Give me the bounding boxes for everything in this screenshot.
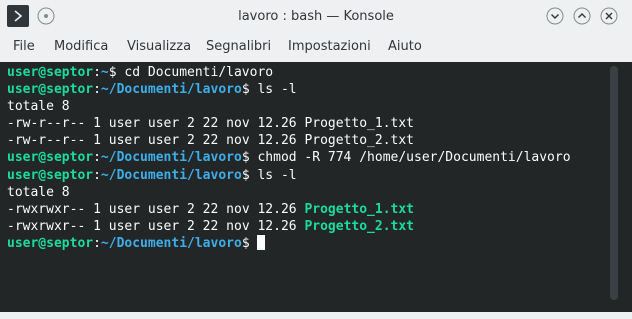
- terminal-line: totale 8: [7, 184, 571, 201]
- prompt-path: ~/Documenti/lavoro: [100, 150, 242, 166]
- prompt-separator: :: [93, 82, 101, 98]
- prompt-path: ~/Documenti/lavoro: [100, 167, 242, 183]
- terminal-line: -rw-r--r-- 1 user user 2 22 nov 12.26 Pr…: [7, 115, 571, 132]
- prompt-symbol: $: [241, 150, 258, 166]
- menu-impostazioni[interactable]: Impostazioni: [288, 33, 371, 61]
- close-icon: [600, 7, 618, 25]
- terminal-output: user@septor:~$ cd Documenti/lavoro user@s…: [7, 64, 571, 252]
- file-metadata: 1 user user 2 22 nov 12.26: [85, 133, 305, 149]
- window-bottom-edge: [0, 312, 632, 319]
- prompt-user: user@septor: [7, 82, 94, 98]
- command-text: chmod -R 774 /home/user/Documenti/lavoro: [257, 150, 571, 166]
- prompt-separator: :: [93, 167, 101, 183]
- menu-file[interactable]: File: [13, 33, 35, 61]
- prompt-separator: :: [93, 235, 101, 251]
- chevron-down-icon: [546, 7, 564, 25]
- terminal-line: totale 8: [7, 98, 571, 115]
- prompt-separator: :: [93, 150, 101, 166]
- output-text: totale 8: [7, 99, 70, 115]
- prompt-symbol: $: [108, 65, 125, 80]
- pin-icon[interactable]: [37, 7, 55, 25]
- prompt-user: user@septor: [7, 167, 94, 183]
- command-text: ls -l: [257, 167, 297, 183]
- prompt-path: ~/Documenti/lavoro: [100, 235, 242, 251]
- file-metadata: 1 user user 2 22 nov 12.26: [85, 116, 305, 132]
- file-metadata: 1 user user 2 22 nov 12.26: [85, 218, 305, 234]
- prompt-path: ~/Documenti/lavoro: [100, 82, 242, 98]
- menu-aiuto[interactable]: Aiuto: [388, 33, 422, 61]
- file-name: Progetto_2.txt: [304, 218, 415, 234]
- text-cursor: [257, 234, 266, 250]
- terminal-icon[interactable]: [7, 5, 29, 27]
- window-title: lavoro : bash — Konsole: [238, 9, 394, 24]
- terminal-line: user@septor:~/Documenti/lavoro$ ls -l: [7, 81, 571, 98]
- menu-bar: File Modifica Visualizza Segnalibri Impo…: [0, 33, 632, 61]
- command-text: cd Documenti/lavoro: [124, 65, 274, 80]
- prompt-user: user@septor: [7, 235, 94, 251]
- file-name: Progetto_1.txt: [304, 201, 415, 217]
- terminal-line: user@septor:~/Documenti/lavoro$ ls -l: [7, 167, 571, 184]
- minimize-button[interactable]: [546, 7, 564, 25]
- file-permissions: -rw-r--r--: [7, 116, 86, 132]
- terminal-view[interactable]: user@septor:~$ cd Documenti/lavoro user@s…: [0, 62, 632, 319]
- close-button[interactable]: [600, 7, 618, 25]
- maximize-button[interactable]: [573, 7, 591, 25]
- file-permissions: -rwxrwxr--: [7, 218, 86, 234]
- terminal-line: user@septor:~$ cd Documenti/lavoro: [7, 64, 571, 81]
- terminal-line: -rw-r--r-- 1 user user 2 22 nov 12.26 Pr…: [7, 132, 571, 149]
- file-permissions: -rw-r--r--: [7, 133, 86, 149]
- konsole-window: lavoro : bash — Konsole File Modifica Vi…: [0, 0, 632, 319]
- menu-modifica[interactable]: Modifica: [54, 33, 108, 61]
- file-name: Progetto_1.txt: [304, 116, 415, 132]
- file-permissions: -rwxrwxr--: [7, 201, 86, 217]
- terminal-line: -rwxrwxr-- 1 user user 2 22 nov 12.26 Pr…: [7, 218, 571, 235]
- prompt-path: ~: [100, 65, 109, 80]
- scrollbar-handle[interactable]: [610, 66, 618, 300]
- menu-visualizza[interactable]: Visualizza: [127, 33, 191, 61]
- terminal-line: user@septor:~/Documenti/lavoro$ chmod -R…: [7, 149, 571, 166]
- prompt-separator: :: [93, 65, 101, 80]
- prompt-symbol: $: [241, 167, 258, 183]
- prompt-user: user@septor: [7, 65, 94, 80]
- output-text: totale 8: [7, 184, 70, 200]
- file-name: Progetto_2.txt: [304, 133, 415, 149]
- prompt-symbol: $: [241, 82, 258, 98]
- prompt-user: user@septor: [7, 150, 94, 166]
- terminal-line: -rwxrwxr-- 1 user user 2 22 nov 12.26 Pr…: [7, 201, 571, 218]
- command-text: ls -l: [257, 82, 297, 98]
- title-bar[interactable]: lavoro : bash — Konsole: [0, 0, 632, 33]
- terminal-line: user@septor:~/Documenti/lavoro$: [7, 234, 571, 252]
- prompt-symbol: $: [241, 235, 258, 251]
- file-metadata: 1 user user 2 22 nov 12.26: [85, 201, 305, 217]
- menu-segnalibri[interactable]: Segnalibri: [206, 33, 271, 61]
- chevron-up-icon: [573, 7, 591, 25]
